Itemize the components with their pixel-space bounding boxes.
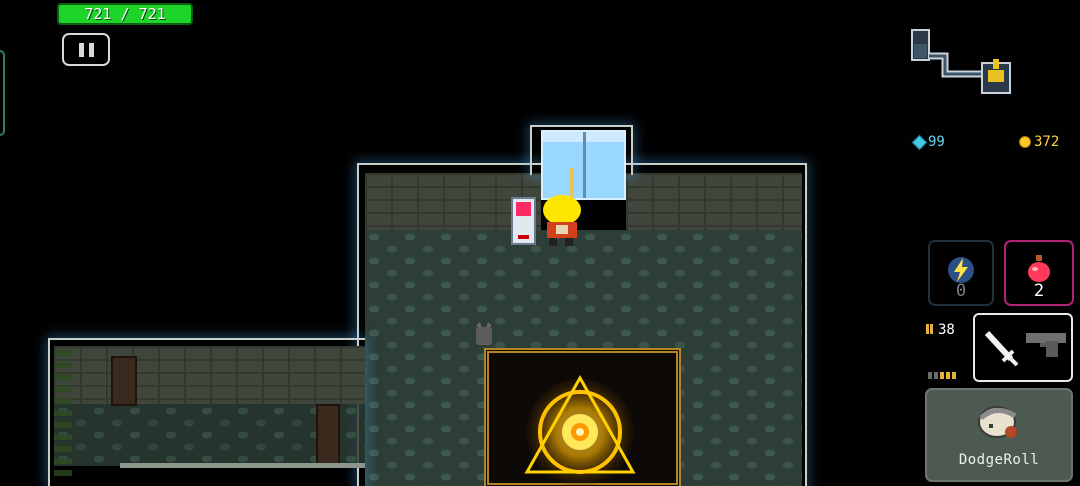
game-screen: 721 / 721 99 372 0 2 38 DodgeRoll	[0, 0, 1080, 486]
coin-count: 372	[1034, 134, 1060, 150]
health-bar: 721 / 721	[57, 3, 193, 25]
ammo-counter: 38	[926, 322, 955, 338]
pistol-icon	[1026, 333, 1066, 357]
potion-count: 2	[1033, 281, 1045, 301]
minimap[interactable]	[905, 28, 1017, 98]
wooden-pillar	[111, 356, 137, 406]
vines-left	[54, 350, 72, 480]
dodge-roll-label: DodgeRoll	[958, 452, 1040, 468]
west-corridor-wall	[54, 346, 365, 404]
pause-icon	[78, 42, 84, 57]
bullet-icon	[926, 322, 934, 338]
vending-machine[interactable]	[511, 197, 536, 245]
coin-counter: 372	[1019, 134, 1059, 150]
portal-icon[interactable]	[515, 372, 645, 486]
dodge-roll-icon	[978, 406, 1017, 438]
gem-counter: 99	[911, 134, 945, 150]
gem-count: 99	[928, 134, 945, 150]
west-corridor-ledge	[120, 463, 365, 468]
ammo-count: 38	[938, 322, 955, 338]
skill-slot[interactable]: 0	[928, 240, 994, 306]
gem-icon	[911, 134, 928, 150]
player-character	[543, 168, 581, 246]
pause-button[interactable]	[62, 33, 110, 66]
health-potion-icon	[1028, 255, 1050, 282]
magazine-indicator	[928, 372, 956, 379]
health-text: 721 / 721	[84, 5, 166, 23]
cat-pet	[476, 322, 492, 345]
north-wall-right	[626, 173, 802, 230]
left-edge-handle[interactable]	[0, 50, 5, 136]
lightning-icon	[948, 257, 974, 283]
wooden-post	[316, 404, 340, 468]
weapon-switch-button[interactable]	[973, 313, 1073, 382]
coin-icon	[1019, 136, 1031, 148]
dodge-roll-button[interactable]: DodgeRoll	[925, 388, 1073, 482]
potion-slot[interactable]: 2	[1004, 240, 1074, 306]
pause-icon-bar	[88, 42, 94, 57]
